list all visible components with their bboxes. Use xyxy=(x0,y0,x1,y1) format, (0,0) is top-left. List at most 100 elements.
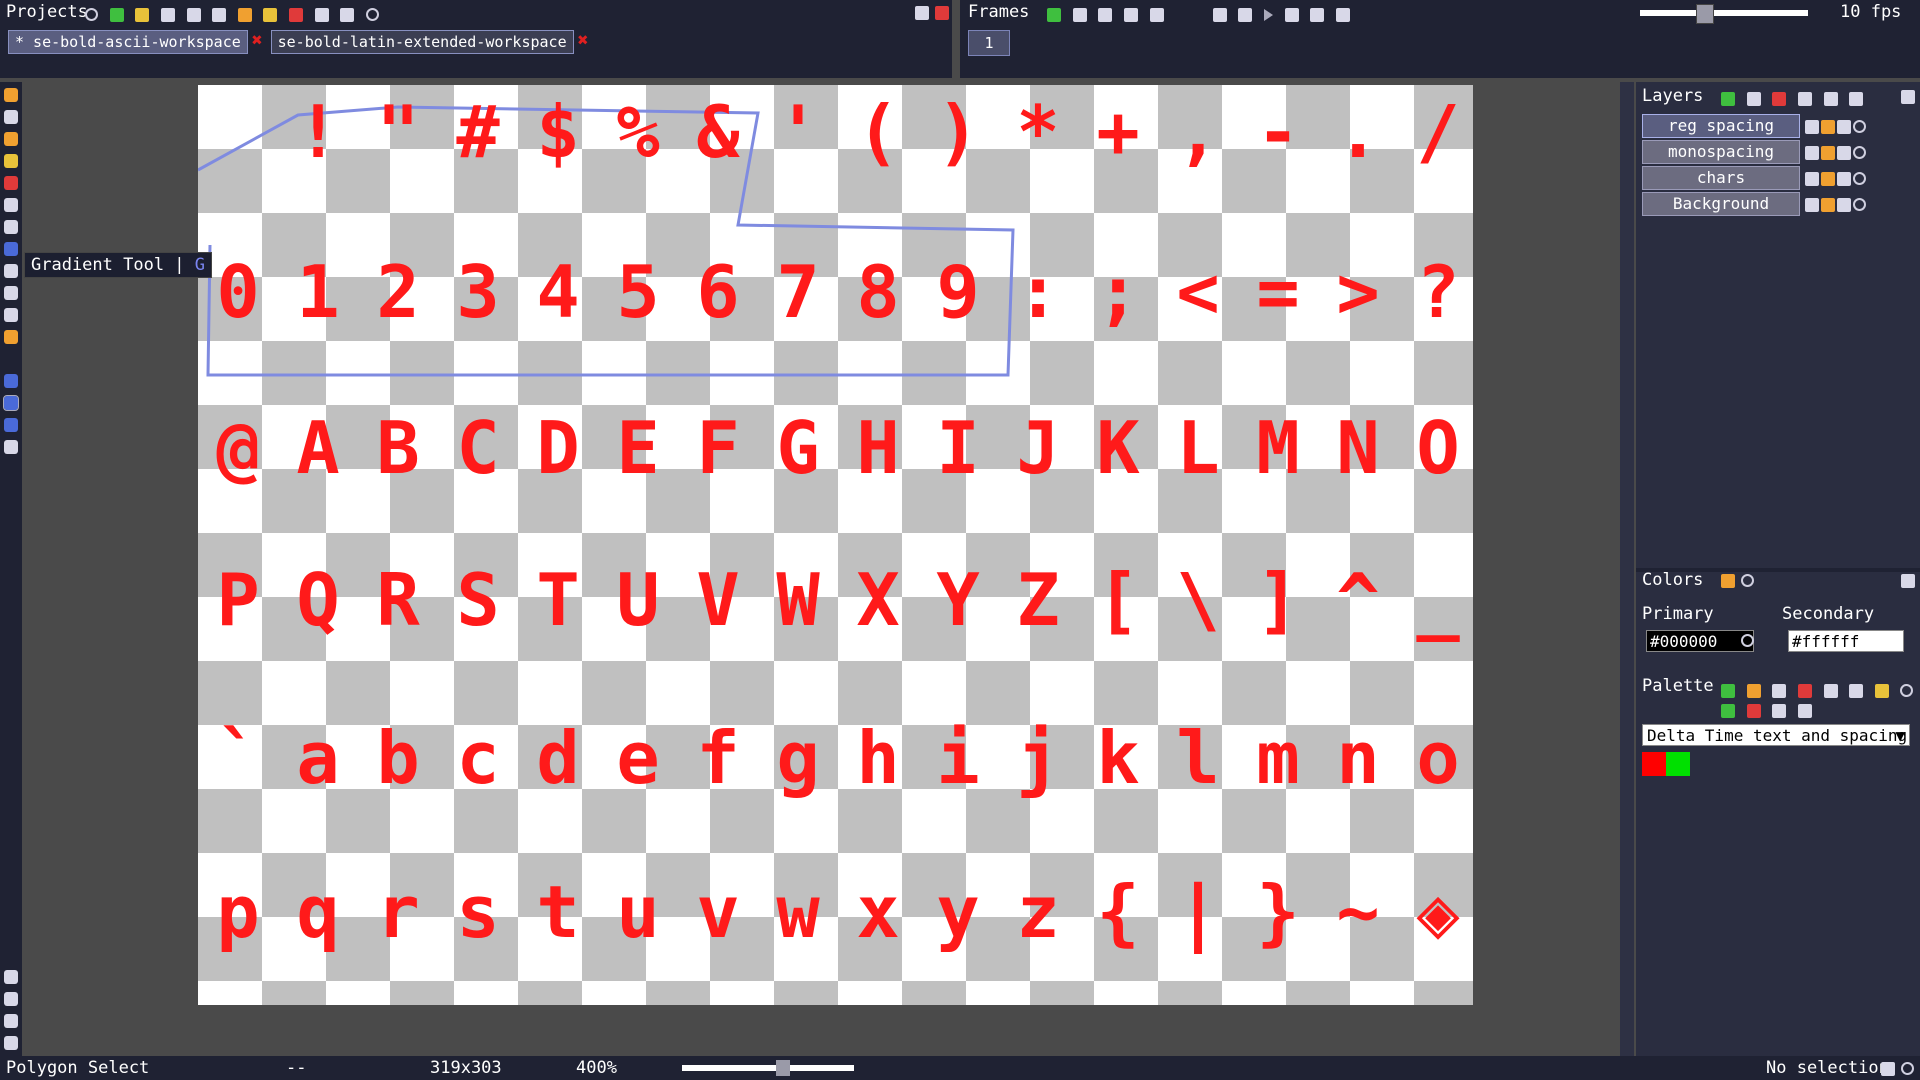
next-frame-icon[interactable] xyxy=(1284,7,1299,22)
brush-tool-icon[interactable] xyxy=(4,308,18,322)
add-color-icon[interactable] xyxy=(1721,703,1735,718)
color-picker-icon[interactable] xyxy=(4,132,18,146)
pin-icon[interactable] xyxy=(935,6,949,20)
fill-tool-icon[interactable] xyxy=(4,286,18,300)
visibility-icon[interactable] xyxy=(1805,145,1819,160)
zoom-tool-icon[interactable] xyxy=(4,110,18,124)
export-icon[interactable] xyxy=(212,7,227,22)
shading-tool-icon[interactable] xyxy=(4,220,18,234)
history-icon[interactable] xyxy=(366,8,380,21)
sort-palette-icon[interactable] xyxy=(1874,683,1889,698)
fps-slider[interactable] xyxy=(1640,10,1808,16)
image-icon[interactable] xyxy=(263,7,278,22)
merge-layer-icon[interactable] xyxy=(1823,91,1838,106)
remove-color-icon[interactable] xyxy=(1746,703,1761,718)
layer-background[interactable]: Background xyxy=(1642,192,1800,216)
primary-color-picker-icon[interactable] xyxy=(1741,634,1754,647)
frame-button[interactable]: 1 xyxy=(968,30,1010,56)
pencil-tool-icon[interactable] xyxy=(4,154,18,168)
move-tool-icon[interactable] xyxy=(4,418,18,432)
reference-icon[interactable] xyxy=(4,1036,18,1050)
prev-frame-icon[interactable] xyxy=(1238,7,1253,22)
bucket-tool-icon[interactable] xyxy=(4,198,18,212)
gradient-tool-icon[interactable] xyxy=(4,242,18,256)
swap-color-icon[interactable] xyxy=(1772,703,1787,718)
close-tab-icon[interactable]: ✖ xyxy=(578,30,589,52)
visibility-icon[interactable] xyxy=(1805,119,1819,134)
settings-icon[interactable] xyxy=(1853,198,1866,211)
delete-palette-icon[interactable] xyxy=(1797,683,1812,698)
layer-reg-spacing[interactable]: reg spacing xyxy=(1642,114,1800,138)
last-frame-icon[interactable] xyxy=(1310,7,1325,22)
import-icon[interactable] xyxy=(135,7,150,22)
save-palette-icon[interactable] xyxy=(1823,683,1838,698)
lock-icon[interactable] xyxy=(1821,145,1835,160)
loop-icon[interactable] xyxy=(1336,7,1351,22)
clip-icon[interactable] xyxy=(1837,197,1851,212)
line-tool-icon[interactable] xyxy=(4,264,18,278)
close-panel-icon[interactable] xyxy=(1901,574,1915,588)
palette-settings-icon[interactable] xyxy=(1900,684,1914,697)
add-icon[interactable] xyxy=(109,7,124,22)
palette-dropdown[interactable]: Delta Time text and spacing ▼ xyxy=(1642,724,1910,746)
settings-icon[interactable] xyxy=(1853,172,1866,185)
fps-slider-handle[interactable] xyxy=(1696,4,1714,24)
close-tab-icon[interactable]: ✖ xyxy=(252,30,263,52)
layer-monospacing[interactable]: monospacing xyxy=(1642,140,1800,164)
reload-icon[interactable] xyxy=(289,7,304,22)
link-icon[interactable] xyxy=(1123,7,1138,22)
color-swap-icon[interactable] xyxy=(1721,574,1735,588)
delete-frame-icon[interactable] xyxy=(1098,7,1113,22)
rectangle-select-icon[interactable] xyxy=(4,374,18,388)
group-layer-icon[interactable] xyxy=(1746,91,1761,106)
center-icon[interactable] xyxy=(237,7,252,22)
copy-color-icon[interactable] xyxy=(1797,703,1812,718)
eraser-tool-icon[interactable] xyxy=(4,176,18,190)
undo-icon[interactable] xyxy=(314,7,329,22)
secondary-color-field[interactable]: #ffffff xyxy=(1788,630,1904,652)
drawing-canvas[interactable]: ! " # $% & ' () * +, -. / 0 1 2 3 4 5 6 7 8 9:; < = >? @ A B C D E F G H… xyxy=(198,85,1473,1005)
clip-icon[interactable] xyxy=(1837,171,1851,186)
lock-icon[interactable] xyxy=(1821,197,1835,212)
list-palette-icon[interactable] xyxy=(1849,683,1864,698)
add-layer-icon[interactable] xyxy=(1721,91,1735,106)
gear-icon[interactable] xyxy=(85,8,98,21)
settings-icon[interactable] xyxy=(1853,146,1866,159)
symmetry-icon[interactable] xyxy=(4,992,18,1006)
onion-icon[interactable] xyxy=(1149,7,1164,22)
delete-layer-icon[interactable] xyxy=(1772,91,1787,106)
info-icon[interactable] xyxy=(1901,1062,1914,1075)
edit-palette-icon[interactable] xyxy=(1746,683,1761,698)
collapse-panel-icon[interactable] xyxy=(915,6,929,20)
play-icon[interactable] xyxy=(1264,8,1274,21)
copy-frame-icon[interactable] xyxy=(1072,7,1087,22)
add-frame-icon[interactable] xyxy=(1047,7,1061,22)
lock-icon[interactable] xyxy=(1821,171,1835,186)
save-icon[interactable] xyxy=(160,7,175,22)
redo-icon[interactable] xyxy=(340,7,355,22)
layout-icon[interactable] xyxy=(1881,1062,1895,1076)
first-frame-icon[interactable] xyxy=(1212,7,1227,22)
color-wheel-icon[interactable] xyxy=(1741,574,1754,587)
pan-tool-icon[interactable] xyxy=(4,88,18,102)
lock-icon[interactable] xyxy=(1821,119,1835,134)
canvas-vertical-scrollbar[interactable] xyxy=(1620,82,1634,1056)
import-palette-icon[interactable] xyxy=(1772,683,1787,698)
clip-icon[interactable] xyxy=(1837,145,1851,160)
visibility-icon[interactable] xyxy=(1805,171,1819,186)
polygon-select-icon[interactable] xyxy=(3,395,19,411)
settings-icon[interactable] xyxy=(1853,120,1866,133)
move-layer-icon[interactable] xyxy=(1849,91,1864,106)
zoom-slider-handle[interactable] xyxy=(776,1060,790,1076)
visibility-icon[interactable] xyxy=(1805,197,1819,212)
primary-color-field[interactable]: #000000 xyxy=(1646,630,1754,652)
palette-swatch-red[interactable] xyxy=(1642,752,1666,776)
duplicate-layer-icon[interactable] xyxy=(1797,91,1812,106)
zoom-slider[interactable] xyxy=(682,1065,854,1071)
mirror-icon[interactable] xyxy=(4,1014,18,1028)
tab-se-bold-latin-extended-workspace[interactable]: se-bold-latin-extended-workspace xyxy=(270,30,574,54)
layer-chars[interactable]: chars xyxy=(1642,166,1800,190)
add-palette-icon[interactable] xyxy=(1721,683,1735,698)
clip-icon[interactable] xyxy=(1837,119,1851,134)
transform-tool-icon[interactable] xyxy=(4,440,18,454)
